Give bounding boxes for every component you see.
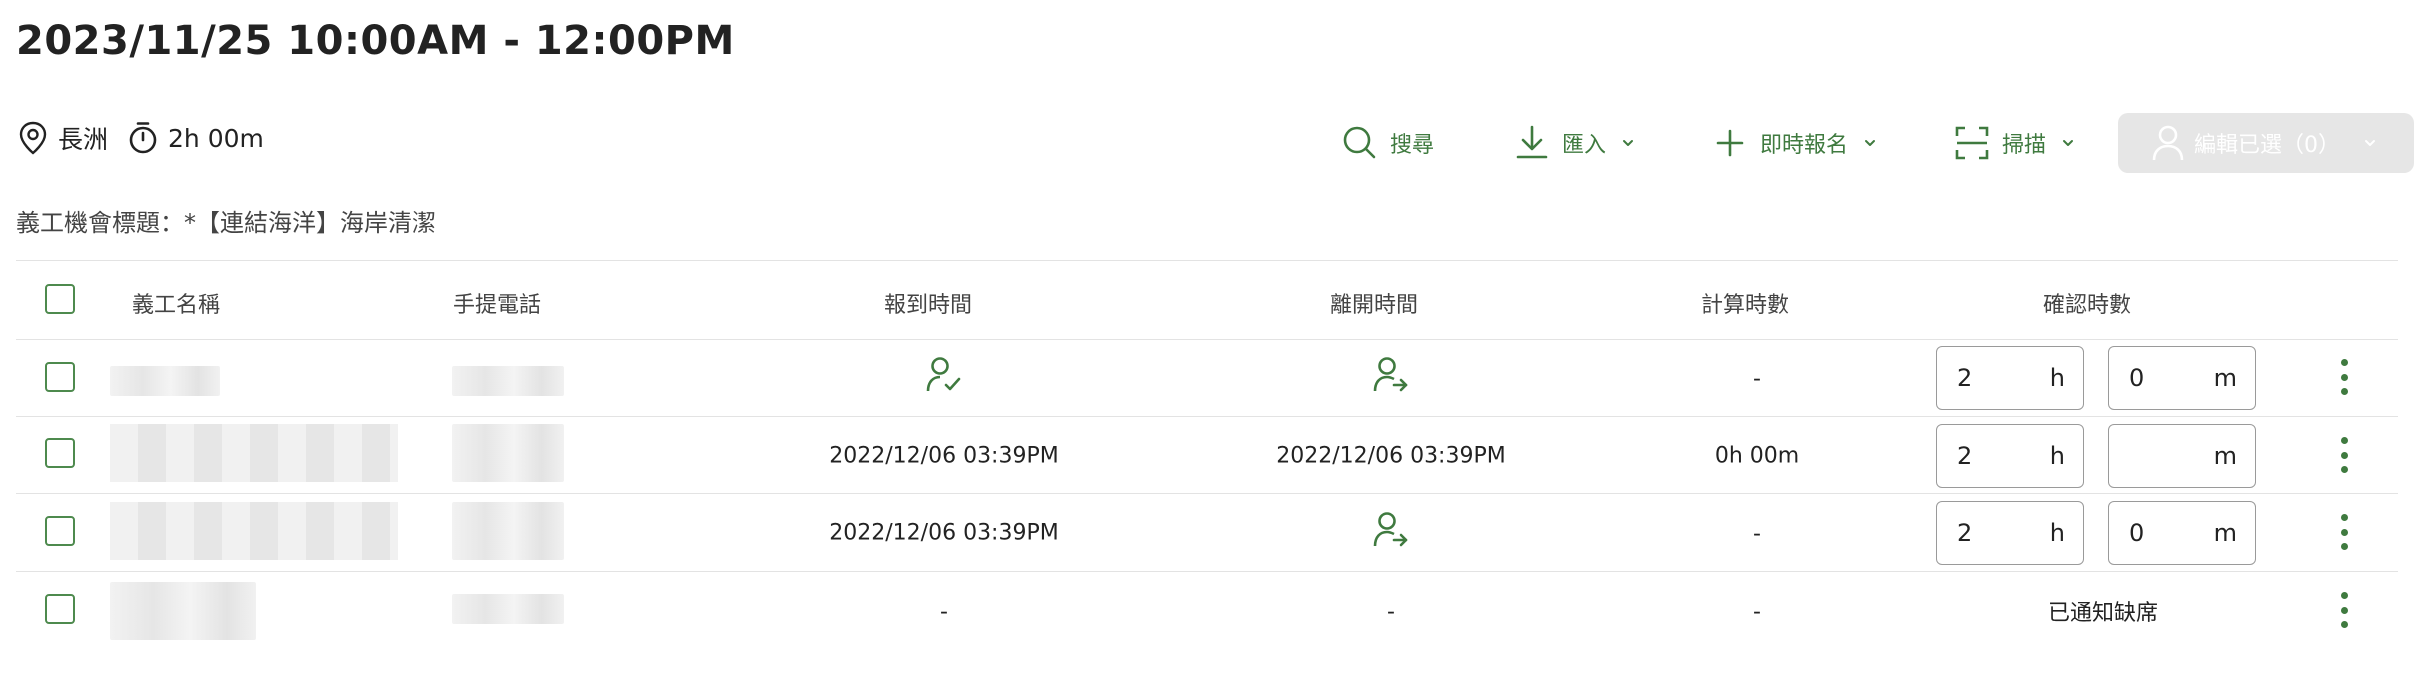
checkout-time: 2022/12/06 03:39PM	[1276, 443, 1506, 469]
instant-signup-button[interactable]: 即時報名	[1710, 113, 1878, 173]
column-header-name: 義工名稱	[132, 293, 221, 318]
vertical-dots-icon[interactable]	[2334, 433, 2354, 477]
confirm-minutes-input[interactable]: 0m	[2108, 346, 2256, 410]
minutes-unit: m	[2213, 519, 2237, 547]
column-header-checkin: 報到時間	[883, 293, 973, 318]
event-location: 長洲	[58, 125, 109, 154]
download-icon	[1512, 123, 1552, 163]
calc-hours: -	[1753, 599, 1761, 625]
edit-selected-label: 編輯已選（0）	[2194, 133, 2340, 158]
calc-hours: -	[1753, 521, 1761, 547]
page-title: 2023/11/25 10:00AM - 12:00PM	[16, 18, 735, 64]
search-icon	[1340, 123, 1380, 163]
confirm-hours-input[interactable]: 2h	[1936, 424, 2084, 488]
location-pin-icon	[16, 121, 50, 155]
chevron-down-icon	[1862, 135, 1878, 151]
plus-icon	[1710, 123, 1750, 163]
event-duration: 2h 00m	[168, 123, 264, 153]
hours-value: 2	[1957, 364, 1973, 392]
edit-selected-button[interactable]: 編輯已選（0）	[2118, 113, 2414, 173]
table-top-divider	[16, 260, 2398, 261]
calc-hours: -	[1753, 366, 1761, 392]
hours-value: 2	[1957, 519, 1973, 547]
minutes-unit: m	[2213, 364, 2237, 392]
minutes-value: 0	[2129, 364, 2145, 392]
vertical-dots-icon[interactable]	[2334, 588, 2354, 632]
vertical-dots-icon[interactable]	[2334, 355, 2354, 399]
redacted-phone	[452, 424, 564, 482]
stopwatch-icon	[126, 121, 160, 155]
redacted-phone	[452, 594, 564, 624]
column-header-confirm-hours: 確認時數	[2042, 293, 2132, 318]
user-arrow-icon	[1373, 357, 1408, 392]
checkin-time: -	[940, 599, 948, 625]
checkin-time: 2022/12/06 03:39PM	[829, 443, 1059, 469]
checkout-button[interactable]	[1373, 511, 1409, 555]
confirm-hours-input[interactable]: 2h	[1936, 346, 2084, 410]
redacted-name	[110, 502, 398, 560]
minutes-unit: m	[2213, 442, 2237, 470]
select-all-checkbox[interactable]	[45, 284, 75, 314]
user-arrow-icon	[1373, 512, 1408, 547]
row-divider	[16, 571, 2398, 572]
scan-frame-icon	[1952, 123, 1992, 163]
import-button[interactable]: 匯入	[1512, 113, 1636, 173]
redacted-name	[110, 424, 398, 482]
row-divider	[16, 493, 2398, 494]
scan-label: 掃描	[2001, 133, 2046, 158]
vertical-dots-icon[interactable]	[2334, 510, 2354, 554]
minutes-value: 0	[2129, 519, 2145, 547]
checkin-button[interactable]	[926, 356, 962, 400]
chevron-down-icon	[2060, 135, 2076, 151]
column-header-checkout: 離開時間	[1329, 293, 1419, 318]
instant-signup-label: 即時報名	[1759, 133, 1848, 158]
row-checkbox[interactable]	[45, 516, 75, 546]
calc-hours: 0h 00m	[1714, 443, 1800, 469]
checkout-time: -	[1387, 599, 1395, 625]
checkout-button[interactable]	[1373, 356, 1409, 400]
hours-unit: h	[2049, 519, 2065, 547]
scan-button[interactable]: 掃描	[1952, 113, 2076, 173]
search-label: 搜尋	[1389, 133, 1434, 158]
row-checkbox[interactable]	[45, 362, 75, 392]
row-divider	[16, 416, 2398, 417]
row-checkbox[interactable]	[45, 594, 75, 624]
confirm-hours-input[interactable]: 2h	[1936, 501, 2084, 565]
chevron-down-icon	[2362, 135, 2378, 151]
redacted-name	[110, 582, 256, 640]
redacted-phone	[452, 502, 564, 560]
absence-status: 已通知缺席	[2047, 601, 2159, 626]
redacted-name	[110, 366, 220, 396]
row-divider	[16, 339, 2398, 340]
redacted-phone	[452, 366, 564, 396]
search-button[interactable]: 搜尋	[1340, 113, 1434, 173]
checkin-time: 2022/12/06 03:39PM	[829, 520, 1059, 546]
hours-unit: h	[2049, 442, 2065, 470]
import-label: 匯入	[1561, 133, 1606, 158]
hours-unit: h	[2049, 364, 2065, 392]
event-meta: 長洲 2h 00m	[16, 120, 282, 156]
column-header-calc-hours: 計算時數	[1700, 293, 1790, 318]
toolbar: 搜尋 匯入 即時報名 掃描 編輯已選（0）	[1340, 113, 2414, 173]
opportunity-title: 義工機會標題：*【連結海洋】海岸清潔	[16, 209, 436, 237]
column-header-phone: 手提電話	[453, 293, 542, 318]
row-checkbox[interactable]	[45, 438, 75, 468]
chevron-down-icon	[1620, 135, 1636, 151]
confirm-minutes-input[interactable]: 0m	[2108, 501, 2256, 565]
user-icon	[2148, 123, 2188, 163]
user-check-icon	[926, 357, 961, 392]
confirm-minutes-input[interactable]: m	[2108, 424, 2256, 488]
hours-value: 2	[1957, 442, 1973, 470]
